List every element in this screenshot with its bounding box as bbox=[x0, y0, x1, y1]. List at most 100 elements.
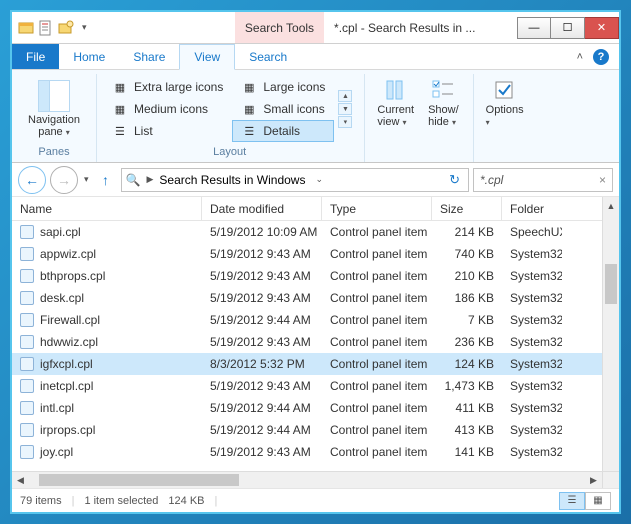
layout-medium-icons[interactable]: ▦Medium icons bbox=[103, 98, 232, 120]
file-folder: System32 bbox=[502, 269, 562, 283]
details-icon: ☰ bbox=[241, 123, 257, 139]
hscroll-thumb[interactable] bbox=[39, 474, 239, 486]
search-box[interactable]: × bbox=[473, 168, 613, 192]
header-folder[interactable]: Folder bbox=[502, 197, 562, 220]
ribbon-group-current-view: Current view ▾ Show/ hide ▾ bbox=[369, 74, 473, 162]
maximize-button[interactable]: ☐ bbox=[551, 17, 585, 39]
window-controls: — ☐ ✕ bbox=[517, 17, 619, 39]
tab-share[interactable]: Share bbox=[119, 44, 179, 69]
properties-icon[interactable] bbox=[38, 20, 54, 36]
cpl-file-icon bbox=[20, 335, 34, 349]
cpl-file-icon bbox=[20, 401, 34, 415]
vertical-scrollbar[interactable]: ▲ ▼ bbox=[602, 197, 619, 488]
layout-large-icons[interactable]: ▦Large icons bbox=[232, 76, 334, 98]
horizontal-scrollbar[interactable]: ◀ ▶ bbox=[12, 471, 602, 488]
nav-forward-button[interactable]: → bbox=[50, 166, 78, 194]
scroll-left-icon[interactable]: ◀ bbox=[12, 472, 29, 488]
tab-view[interactable]: View bbox=[179, 44, 235, 70]
table-row[interactable]: appwiz.cpl5/19/2012 9:43 AMControl panel… bbox=[12, 243, 619, 265]
file-date: 5/19/2012 9:43 AM bbox=[202, 335, 322, 349]
tab-search[interactable]: Search bbox=[235, 44, 301, 69]
chevron-right-icon[interactable]: ▶ bbox=[146, 174, 153, 185]
file-folder: System32 bbox=[502, 423, 562, 437]
layout-details[interactable]: ☰Details bbox=[232, 120, 334, 142]
address-dropdown-icon[interactable]: ⌄ bbox=[311, 174, 327, 185]
file-type: Control panel item bbox=[322, 445, 432, 459]
close-button[interactable]: ✕ bbox=[585, 17, 619, 39]
table-row[interactable]: inetcpl.cpl5/19/2012 9:43 AMControl pane… bbox=[12, 375, 619, 397]
current-view-button[interactable]: Current view ▾ bbox=[371, 76, 420, 130]
refresh-icon[interactable]: ↻ bbox=[445, 172, 464, 188]
layout-list[interactable]: ☰List bbox=[103, 120, 232, 142]
file-size: 210 KB bbox=[432, 269, 502, 283]
file-menu[interactable]: File bbox=[12, 44, 59, 69]
table-row[interactable]: igfxcpl.cpl8/3/2012 5:32 PMControl panel… bbox=[12, 353, 619, 375]
collapse-ribbon-icon[interactable]: ˄ bbox=[577, 51, 583, 63]
search-input[interactable] bbox=[480, 173, 580, 187]
minimize-button[interactable]: — bbox=[517, 17, 551, 39]
layout-scroll-down[interactable]: ▼ bbox=[338, 103, 352, 115]
file-type: Control panel item bbox=[322, 401, 432, 415]
layout-gallery-expand[interactable]: ▾ bbox=[338, 116, 352, 128]
navigation-pane-button[interactable]: Navigation pane ▾ bbox=[20, 76, 88, 142]
file-name: intl.cpl bbox=[40, 401, 74, 415]
header-size[interactable]: Size bbox=[432, 197, 502, 220]
cpl-file-icon bbox=[20, 313, 34, 327]
table-row[interactable]: intl.cpl5/19/2012 9:44 AMControl panel i… bbox=[12, 397, 619, 419]
header-type[interactable]: Type bbox=[322, 197, 432, 220]
table-row[interactable]: hdwwiz.cpl5/19/2012 9:43 AMControl panel… bbox=[12, 331, 619, 353]
explorer-app-icon bbox=[18, 20, 34, 36]
navigation-pane-label: Navigation pane ▾ bbox=[28, 114, 80, 138]
table-row[interactable]: joy.cpl5/19/2012 9:43 AMControl panel it… bbox=[12, 441, 619, 463]
scroll-right-icon[interactable]: ▶ bbox=[585, 472, 602, 488]
qat-customize-icon[interactable]: ▾ bbox=[78, 22, 91, 33]
file-date: 5/19/2012 9:44 AM bbox=[202, 313, 322, 327]
address-bar[interactable]: 🔍 ▶ Search Results in Windows ⌄ ↻ bbox=[121, 168, 469, 192]
file-name: sapi.cpl bbox=[40, 225, 81, 239]
new-folder-icon[interactable] bbox=[58, 20, 74, 36]
show-hide-button[interactable]: Show/ hide ▾ bbox=[422, 76, 465, 130]
nav-up-button[interactable]: ↑ bbox=[95, 169, 117, 191]
file-date: 5/19/2012 9:43 AM bbox=[202, 247, 322, 261]
file-name: joy.cpl bbox=[40, 445, 73, 459]
nav-history-icon[interactable]: ▾ bbox=[82, 174, 91, 185]
tab-home[interactable]: Home bbox=[59, 44, 119, 69]
file-date: 5/19/2012 9:44 AM bbox=[202, 423, 322, 437]
columns-icon bbox=[384, 78, 408, 102]
grid-icon: ▦ bbox=[112, 79, 128, 95]
file-rows: sapi.cpl5/19/2012 10:09 AMControl panel … bbox=[12, 221, 619, 488]
vscroll-thumb[interactable] bbox=[605, 264, 617, 304]
file-type: Control panel item bbox=[322, 423, 432, 437]
table-row[interactable]: desk.cpl5/19/2012 9:43 AMControl panel i… bbox=[12, 287, 619, 309]
clear-search-icon[interactable]: × bbox=[599, 173, 606, 187]
table-row[interactable]: irprops.cpl5/19/2012 9:44 AMControl pane… bbox=[12, 419, 619, 441]
table-row[interactable]: Firewall.cpl5/19/2012 9:44 AMControl pan… bbox=[12, 309, 619, 331]
layout-scroll-up[interactable]: ▲ bbox=[338, 90, 352, 102]
file-date: 8/3/2012 5:32 PM bbox=[202, 357, 322, 371]
layout-extra-large-icons[interactable]: ▦Extra large icons bbox=[103, 76, 232, 98]
header-date[interactable]: Date modified bbox=[202, 197, 322, 220]
grid-icon: ▦ bbox=[241, 101, 257, 117]
table-row[interactable]: bthprops.cpl5/19/2012 9:43 AMControl pan… bbox=[12, 265, 619, 287]
breadcrumb[interactable]: Search Results in Windows bbox=[159, 173, 305, 187]
options-button[interactable]: Options▾ bbox=[480, 76, 530, 130]
scroll-up-icon[interactable]: ▲ bbox=[603, 197, 619, 214]
view-details-button[interactable]: ☰ bbox=[559, 492, 585, 510]
cpl-file-icon bbox=[20, 225, 34, 239]
address-bar-row: ← → ▾ ↑ 🔍 ▶ Search Results in Windows ⌄ … bbox=[12, 163, 619, 197]
help-icon[interactable]: ? bbox=[593, 49, 609, 65]
group-label-panes: Panes bbox=[38, 142, 69, 160]
view-icons-button[interactable]: ▦ bbox=[585, 492, 611, 510]
table-row[interactable]: sapi.cpl5/19/2012 10:09 AMControl panel … bbox=[12, 221, 619, 243]
cpl-file-icon bbox=[20, 379, 34, 393]
status-selection: 1 item selected bbox=[84, 495, 158, 507]
nav-back-button[interactable]: ← bbox=[18, 166, 46, 194]
header-name[interactable]: Name bbox=[12, 197, 202, 220]
contextual-tab-search-tools[interactable]: Search Tools bbox=[235, 12, 324, 43]
cpl-file-icon bbox=[20, 445, 34, 459]
file-type: Control panel item bbox=[322, 335, 432, 349]
layout-small-icons[interactable]: ▦Small icons bbox=[232, 98, 334, 120]
titlebar: ▾ Search Tools *.cpl - Search Results in… bbox=[12, 12, 619, 44]
chevron-down-icon: ▾ bbox=[66, 128, 70, 137]
scroll-corner bbox=[602, 471, 619, 488]
